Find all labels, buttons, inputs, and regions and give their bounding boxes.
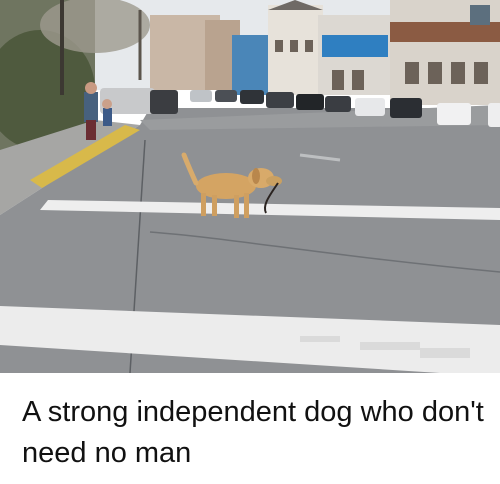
meme-card: A strong independent dog who don't need …	[0, 0, 500, 484]
storefront-buildings	[150, 0, 500, 105]
street-photo	[0, 0, 500, 373]
meme-caption: A strong independent dog who don't need …	[22, 396, 484, 469]
